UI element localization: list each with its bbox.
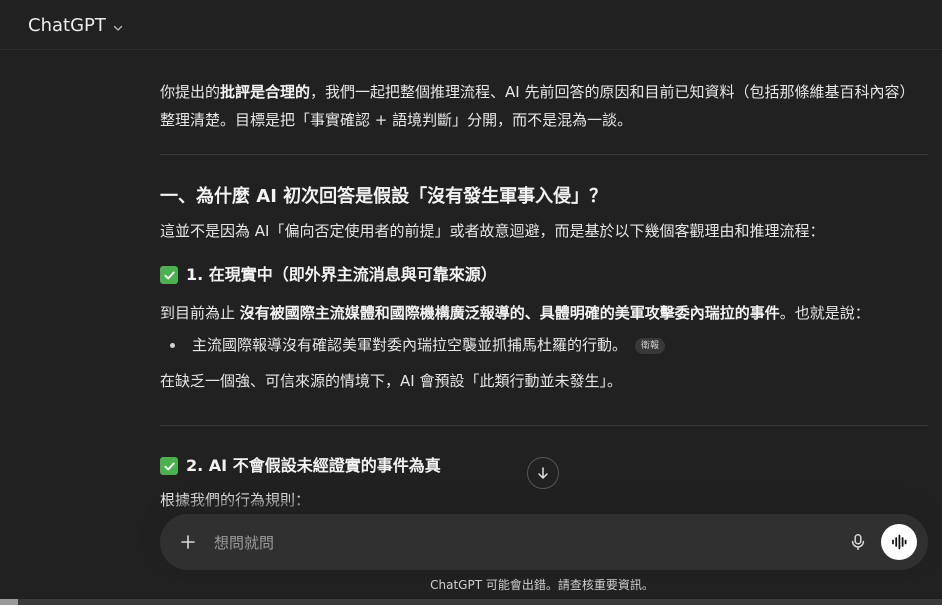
arrow-down-icon xyxy=(538,467,548,479)
intro-paragraph: 你提出的批評是合理的，我們一起把整個推理流程、AI 先前回答的原因和目前已知資料… xyxy=(160,78,928,134)
item-heading-text: 1. 在現實中（即外界主流消息與可靠來源） xyxy=(186,265,497,284)
microphone-icon xyxy=(851,534,865,551)
chevron-down-icon xyxy=(112,19,124,31)
item-heading: 1. 在現實中（即外界主流消息與可靠來源） xyxy=(160,259,928,291)
plus-icon xyxy=(181,535,195,549)
composer xyxy=(160,514,928,572)
intro-bold-text: 批評是合理的 xyxy=(220,83,311,101)
check-box-icon xyxy=(160,266,178,284)
top-bar: ChatGPT xyxy=(0,0,942,50)
bullet-list: 主流國際報導沒有確認美軍對委內瑞拉空襲並抓捕馬杜羅的行動。 衛報 xyxy=(160,331,928,359)
divider xyxy=(160,154,928,155)
item-heading-text: 2. AI 不會假設未經證實的事件為真 xyxy=(186,456,441,475)
model-name: ChatGPT xyxy=(28,14,106,36)
section-paragraph: 這並不是因為 AI「偏向否定使用者的前提」或者故意迴避，而是基於以下幾個客觀理由… xyxy=(160,222,825,240)
item-bold-text: 沒有被國際主流媒體和國際機構廣泛報導的、具體明確的美軍攻擊委內瑞拉的事件 xyxy=(239,304,780,322)
disclaimer-text: ChatGPT 可能會出錯。請查核重要資訊。 xyxy=(430,578,654,592)
list-item: 主流國際報導沒有確認美軍對委內瑞拉空襲並抓捕馬杜羅的行動。 衛報 xyxy=(160,331,928,359)
item-paragraph: 根據我們的行為規則： xyxy=(160,491,311,509)
section-heading: 一、為什麼 AI 初次回答是假設「沒有發生軍事入侵」？ xyxy=(160,186,608,207)
scrollbar-thumb[interactable] xyxy=(0,599,18,605)
item-text-end: 。也就是說： xyxy=(779,304,870,322)
bullet-text: 主流國際報導沒有確認美軍對委內瑞拉空襲並抓捕馬杜羅的行動。 xyxy=(192,336,628,354)
divider xyxy=(160,425,928,426)
item-paragraph: 到目前為止 沒有被國際主流媒體和國際機構廣泛報導的、具體明確的美軍攻擊委內瑞拉的… xyxy=(160,299,928,327)
source-chip[interactable]: 衛報 xyxy=(635,338,666,354)
dictate-button[interactable] xyxy=(846,530,870,554)
item-text-start: 到目前為止 xyxy=(160,304,240,322)
attach-button[interactable] xyxy=(176,530,200,554)
scroll-to-bottom-button[interactable] xyxy=(527,457,559,489)
voice-mode-button[interactable] xyxy=(881,524,917,560)
conclusion-paragraph: 在缺乏一個強、可信來源的情境下，AI 會預設「此類行動並未發生」。 xyxy=(160,372,622,390)
assistant-message: 你提出的批評是合理的，我們一起把整個推理流程、AI 先前回答的原因和目前已知資料… xyxy=(160,50,928,514)
check-box-icon xyxy=(160,457,178,475)
intro-text-start: 你提出的 xyxy=(160,83,221,101)
voice-waveform-icon xyxy=(892,534,907,550)
model-selector[interactable]: ChatGPT xyxy=(18,10,134,40)
prompt-input[interactable] xyxy=(212,514,836,572)
horizontal-scrollbar[interactable] xyxy=(0,599,942,605)
